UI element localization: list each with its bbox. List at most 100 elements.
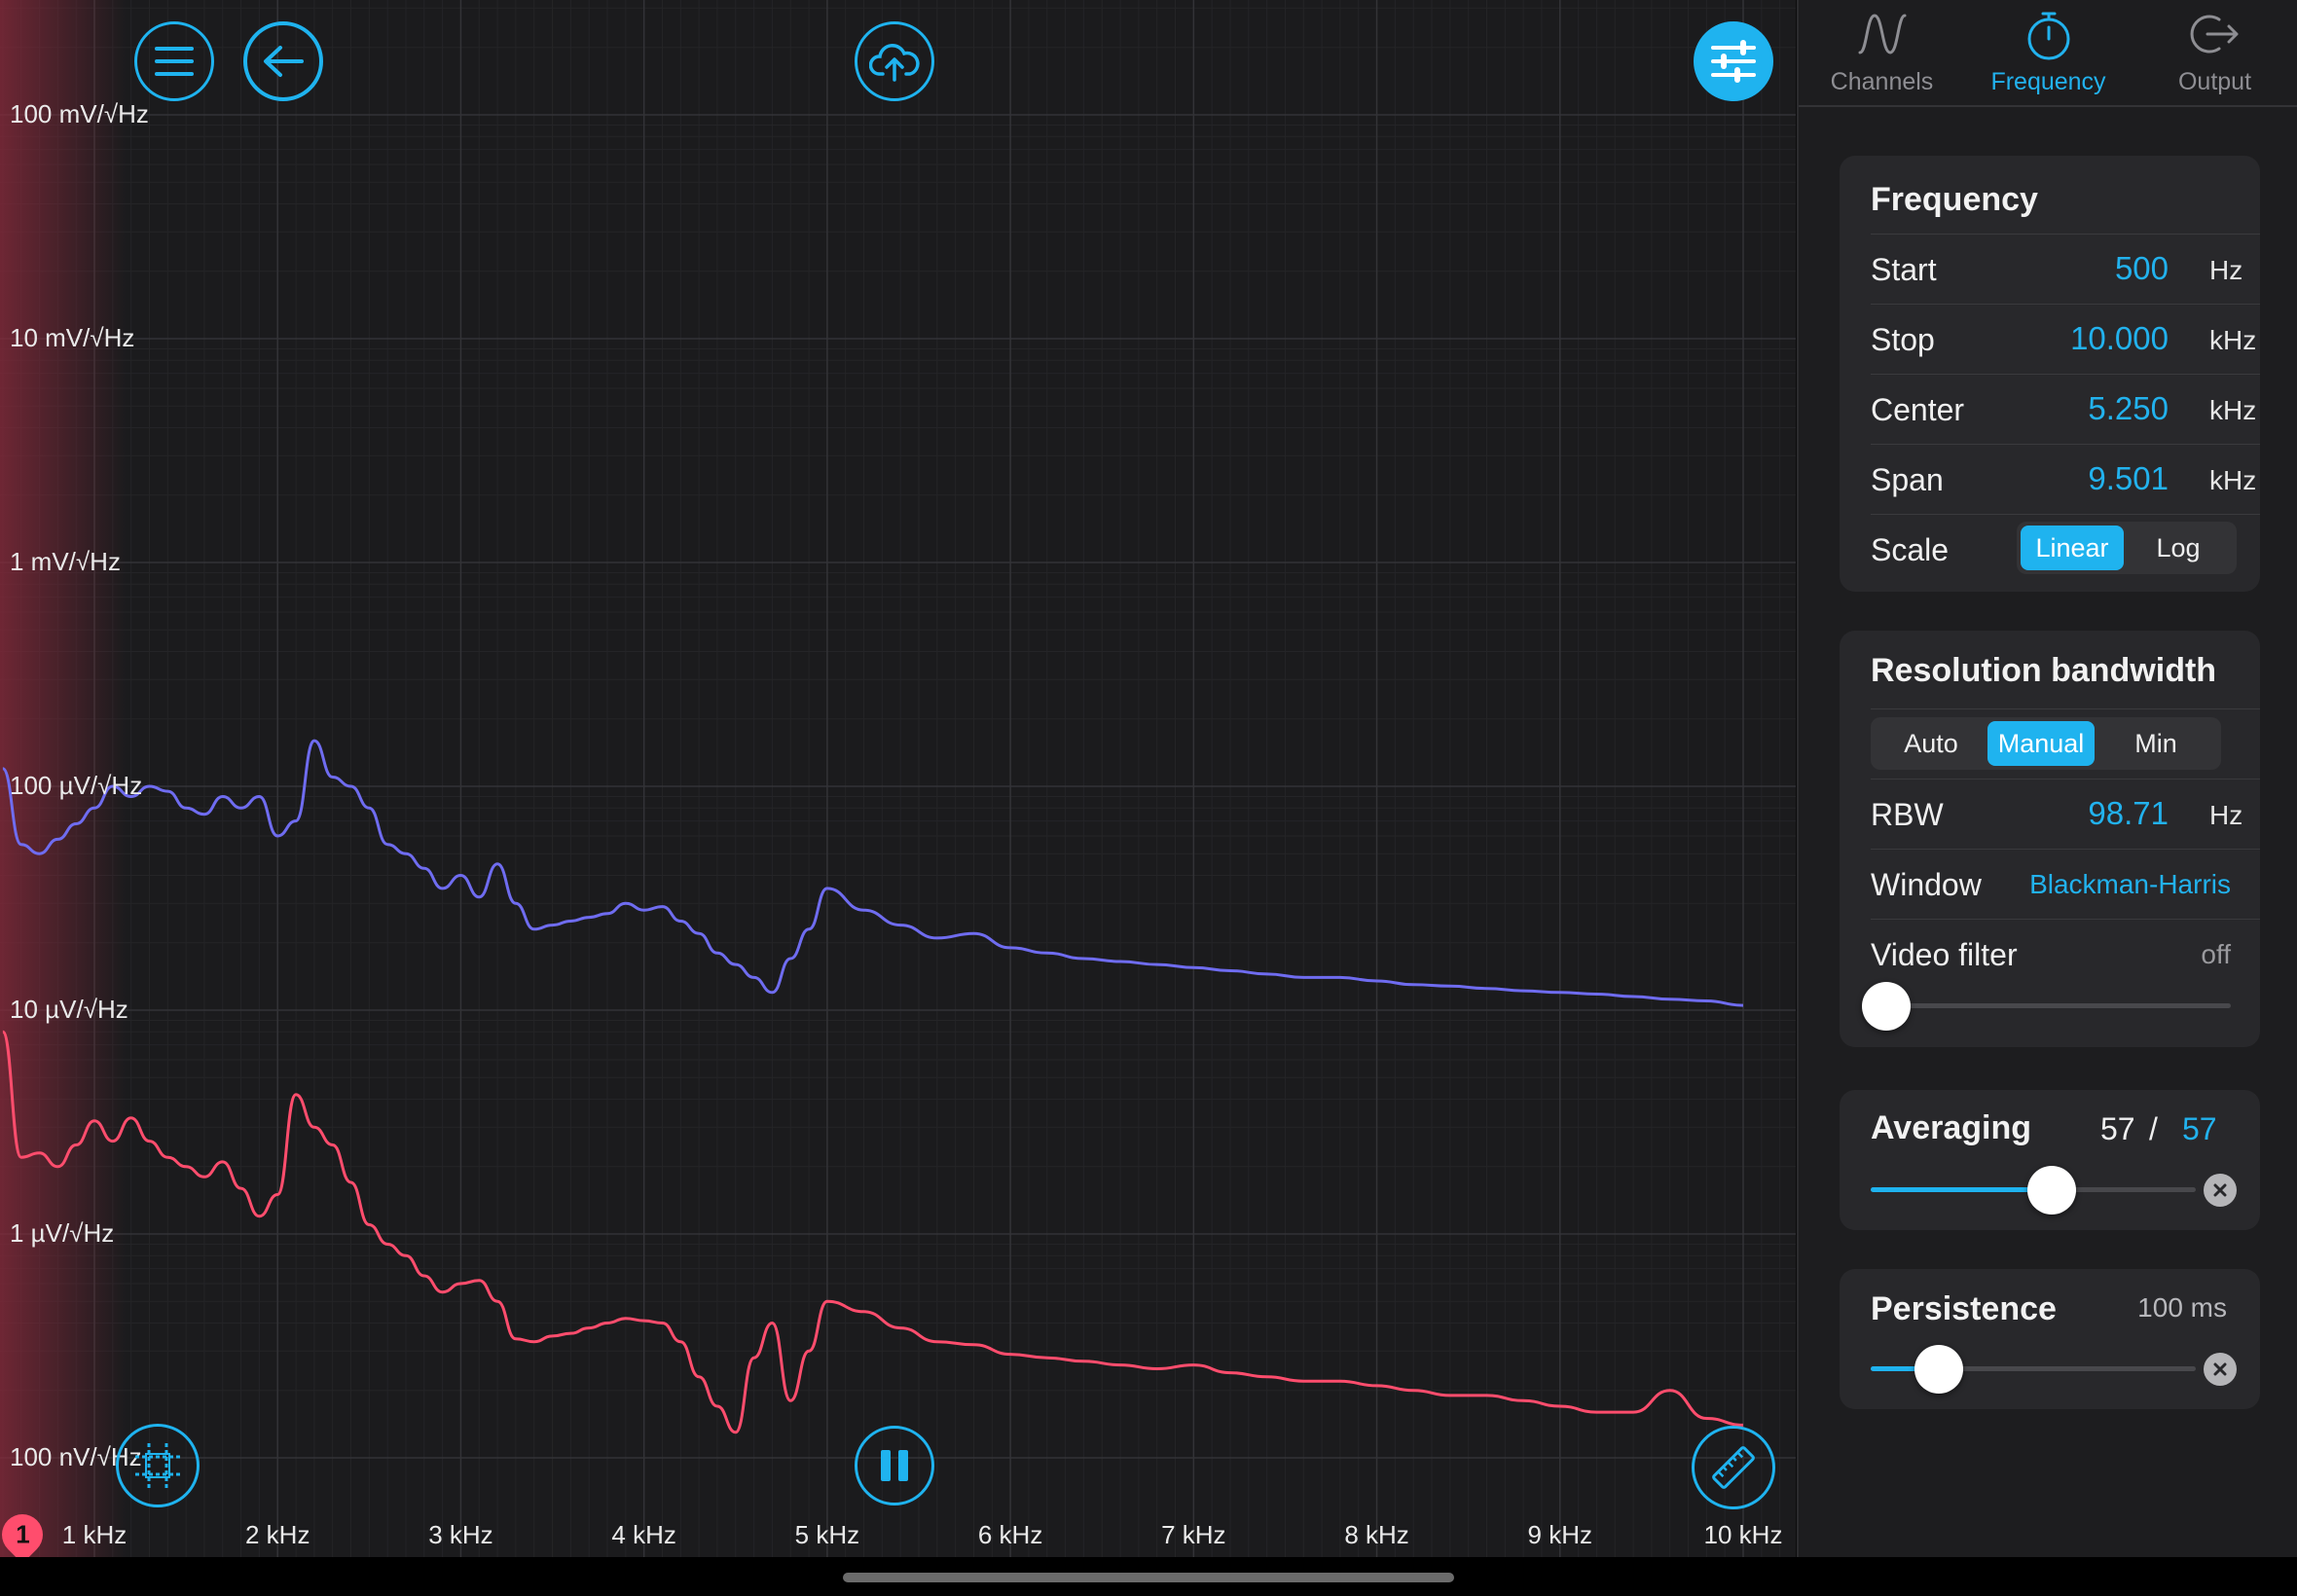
averaging-slider-knob[interactable] bbox=[2027, 1166, 2076, 1215]
center-value[interactable]: 5.250 bbox=[2088, 390, 2169, 427]
y-axis-label: 1 mV/√Hz bbox=[10, 547, 121, 576]
persistence-clear-button[interactable] bbox=[2204, 1353, 2237, 1386]
scale-linear-option[interactable]: Linear bbox=[2021, 526, 2124, 570]
window-label: Window bbox=[1871, 867, 1982, 902]
start-row[interactable]: Start 500 Hz bbox=[1871, 234, 2260, 305]
upload-button[interactable] bbox=[855, 21, 934, 101]
tab-channels-label: Channels bbox=[1830, 68, 1934, 95]
video-filter-row: Video filter off bbox=[1862, 919, 2260, 1048]
stop-label: Stop bbox=[1871, 322, 1935, 357]
averaging-slider-fill bbox=[1871, 1187, 2052, 1192]
center-row[interactable]: Center 5.250 kHz bbox=[1871, 374, 2260, 445]
averaging-separator: / bbox=[2149, 1111, 2158, 1146]
wave-icon bbox=[1858, 14, 1907, 54]
video-filter-slider-knob[interactable] bbox=[1862, 982, 1911, 1031]
x-axis-label: 2 kHz bbox=[244, 1520, 310, 1549]
averaging-current: 57 bbox=[2100, 1111, 2135, 1146]
grid-button[interactable] bbox=[116, 1424, 200, 1507]
menu-button[interactable] bbox=[134, 21, 214, 101]
measure-button[interactable] bbox=[1692, 1426, 1775, 1509]
y-axis-label: 10 mV/√Hz bbox=[10, 323, 135, 352]
tab-channels[interactable]: Channels bbox=[1799, 0, 1965, 105]
span-label: Span bbox=[1871, 462, 1944, 497]
averaging-clear-button[interactable] bbox=[2204, 1174, 2237, 1207]
y-axis-label: 1 µV/√Hz bbox=[10, 1218, 115, 1248]
video-filter-slider-track[interactable] bbox=[1871, 1003, 2231, 1008]
span-unit: kHz bbox=[2209, 465, 2257, 495]
start-label: Start bbox=[1871, 252, 1937, 287]
center-unit: kHz bbox=[2209, 395, 2257, 425]
x-axis-label: 6 kHz bbox=[977, 1520, 1043, 1549]
y-axis-label: 100 mV/√Hz bbox=[10, 99, 149, 128]
window-value[interactable]: Blackman-Harris bbox=[2029, 869, 2231, 900]
x-axis-label: 9 kHz bbox=[1527, 1520, 1592, 1549]
stop-value[interactable]: 10.000 bbox=[2070, 320, 2169, 357]
rbw-mode-segmented-control: Auto Manual Min bbox=[1871, 717, 2221, 770]
plot-canvas[interactable] bbox=[0, 0, 1796, 1557]
scale-log-option[interactable]: Log bbox=[2124, 526, 2233, 570]
persistence-value: 100 ms bbox=[2137, 1292, 2227, 1323]
home-indicator[interactable] bbox=[843, 1573, 1454, 1582]
rbw-value[interactable]: 98.71 bbox=[2088, 795, 2169, 832]
averaging-title: Averaging bbox=[1871, 1109, 2032, 1146]
close-icon bbox=[2213, 1183, 2227, 1197]
settings-panel: Channels Frequency Output Frequency Star… bbox=[1797, 0, 2297, 1557]
rbw-title: Resolution bandwidth bbox=[1871, 652, 2217, 689]
center-label: Center bbox=[1871, 392, 1965, 427]
close-icon bbox=[2213, 1362, 2227, 1376]
x-axis-label: 3 kHz bbox=[428, 1520, 493, 1549]
tab-output[interactable]: Output bbox=[2132, 0, 2297, 105]
stopwatch-icon bbox=[2027, 12, 2070, 60]
persistence-slider-knob[interactable] bbox=[1914, 1345, 1963, 1394]
settings-button[interactable] bbox=[1694, 21, 1773, 101]
stop-row[interactable]: Stop 10.000 kHz bbox=[1871, 304, 2260, 375]
cloud-upload-icon bbox=[869, 44, 920, 82]
ruler-icon bbox=[1712, 1446, 1755, 1489]
window-row[interactable]: Window Blackman-Harris bbox=[1871, 849, 2260, 920]
tab-frequency[interactable]: Frequency bbox=[1965, 0, 2132, 105]
x-axis-label: 7 kHz bbox=[1161, 1520, 1226, 1549]
rbw-mode-auto[interactable]: Auto bbox=[1875, 721, 1987, 766]
pause-button[interactable] bbox=[855, 1426, 934, 1505]
persistence-card: Persistence 100 ms bbox=[1840, 1269, 2260, 1409]
rbw-mode-row: Auto Manual Min bbox=[1871, 708, 2260, 780]
export-icon bbox=[2190, 15, 2239, 54]
y-axis-label: 10 µV/√Hz bbox=[10, 995, 128, 1024]
spectrum-plot[interactable]: 100 mV/√Hz 10 mV/√Hz 1 mV/√Hz 100 µV/√Hz 10 … bbox=[0, 0, 1796, 1564]
averaging-card: Averaging 57 / 57 bbox=[1840, 1090, 2260, 1230]
start-value[interactable]: 500 bbox=[2115, 250, 2169, 287]
x-axis-label: 10 kHz bbox=[1703, 1520, 1783, 1549]
scale-segmented-control: Linear Log bbox=[2017, 522, 2237, 574]
y-axis-label: 100 µV/√Hz bbox=[10, 771, 143, 800]
span-value[interactable]: 9.501 bbox=[2088, 460, 2169, 497]
arrow-left-icon bbox=[264, 46, 304, 77]
x-axis-label: 8 kHz bbox=[1344, 1520, 1409, 1549]
tab-output-label: Output bbox=[2177, 68, 2252, 95]
rbw-label: RBW bbox=[1871, 797, 1944, 832]
rbw-unit: Hz bbox=[2209, 800, 2243, 830]
x-axis-label: 5 kHz bbox=[794, 1520, 860, 1549]
scale-row: Scale Linear Log bbox=[1871, 514, 2260, 593]
x-axis-label: 4 kHz bbox=[611, 1520, 676, 1549]
rbw-card: Resolution bandwidth Auto Manual Min RBW… bbox=[1840, 631, 2260, 1047]
rbw-mode-manual[interactable]: Manual bbox=[1987, 721, 2095, 766]
tab-frequency-label: Frequency bbox=[1990, 68, 2106, 95]
persistence-title: Persistence bbox=[1871, 1290, 2057, 1327]
video-filter-label: Video filter bbox=[1871, 937, 2018, 972]
frequency-card: Frequency Start 500 Hz Stop 10.000 kHz C… bbox=[1840, 156, 2260, 592]
stop-unit: kHz bbox=[2209, 325, 2257, 355]
frequency-title: Frequency bbox=[1871, 181, 2038, 218]
grid-icon bbox=[135, 1443, 180, 1488]
back-button[interactable] bbox=[243, 21, 323, 101]
span-row[interactable]: Span 9.501 kHz bbox=[1871, 444, 2260, 515]
scale-label: Scale bbox=[1871, 532, 1950, 567]
start-unit: Hz bbox=[2209, 255, 2243, 285]
video-filter-value: off bbox=[2201, 939, 2231, 969]
averaging-target[interactable]: 57 bbox=[2182, 1111, 2217, 1147]
hamburger-menu-icon bbox=[155, 47, 194, 76]
tab-bar: Channels Frequency Output bbox=[1799, 0, 2297, 107]
sliders-icon bbox=[1711, 40, 1756, 83]
x-axis-label: 1 kHz bbox=[61, 1520, 128, 1549]
rbw-row[interactable]: RBW 98.71 Hz bbox=[1871, 779, 2260, 850]
rbw-mode-min[interactable]: Min bbox=[2095, 721, 2217, 766]
